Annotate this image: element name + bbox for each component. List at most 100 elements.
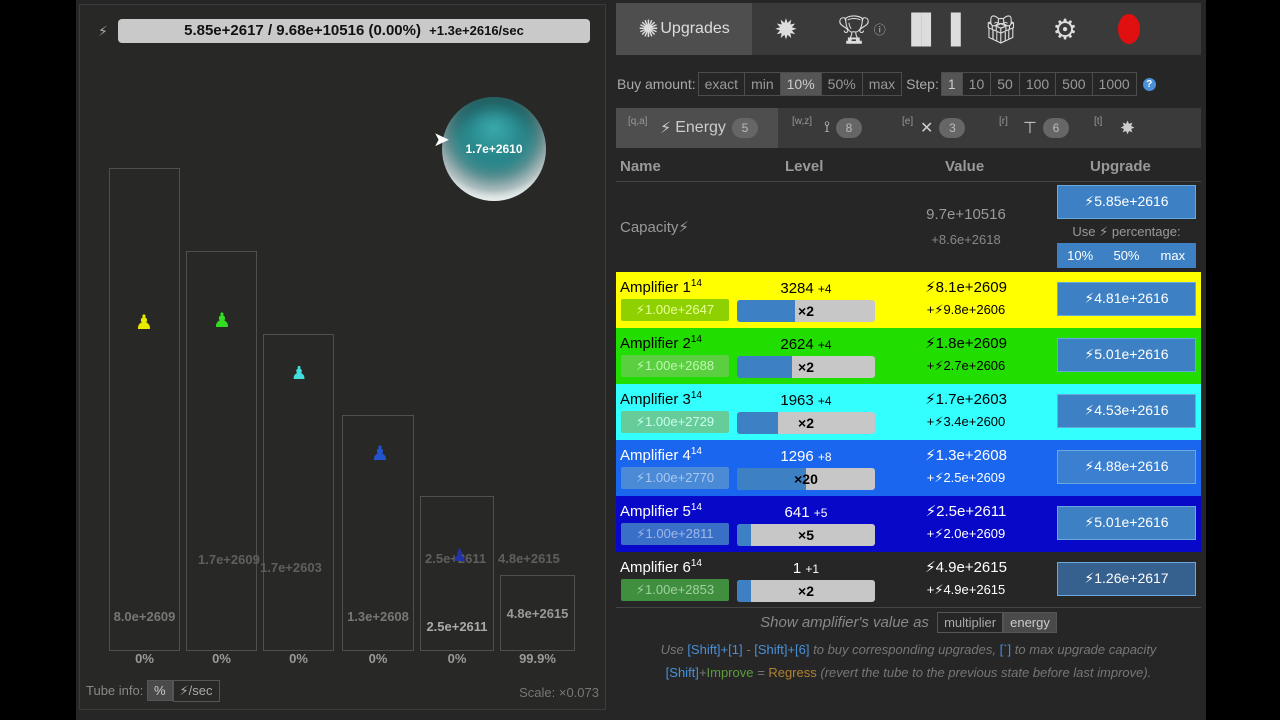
- game-stage: ⚡ 5.85e+2617 / 9.68e+10516 (0.00%) +1.3e…: [76, 0, 1206, 720]
- tube-info-sec-toggle[interactable]: ⚡/sec: [172, 680, 220, 702]
- hint1-key2: [Shift]+[6]: [754, 642, 810, 657]
- amplifier-cost-button[interactable]: ⚡1.00e+2729: [621, 411, 729, 433]
- tab-red-orb[interactable]: [1113, 3, 1145, 55]
- upgrades-panel: ✺ Upgrades ✹ 🏆︎ ⓘ ▐▌▐ 🎁︎ ⚙ Buy amount: ex…: [616, 0, 1201, 720]
- amplifier-value-inc: +⚡2.5e+2609: [926, 470, 1006, 485]
- tube-info: Tube info: % ⚡/sec: [86, 680, 220, 702]
- amplifier-value: ⚡2.5e+2611: [925, 503, 1007, 520]
- subtab-network-count: 3: [939, 118, 966, 138]
- amplifier-name: Amplifier 214: [620, 334, 702, 352]
- subtab-amplifiers-key: [w,z]: [792, 116, 813, 127]
- capacity-upgrade-button[interactable]: ⚡5.85e+2616: [1057, 185, 1196, 219]
- capacity-pct-50[interactable]: 50%: [1103, 243, 1149, 268]
- lightning-icon: ⚡: [1084, 402, 1095, 418]
- lightning-icon: ⚡: [635, 302, 646, 317]
- tube-info-sec-label: /sec: [188, 683, 213, 698]
- tube-1[interactable]: 8.0e+2609: [109, 168, 180, 651]
- step-1000[interactable]: 1000: [1093, 73, 1136, 95]
- lightning-icon: ⚡: [925, 279, 936, 296]
- tab-boost[interactable]: ✹: [766, 3, 806, 55]
- step-100[interactable]: 100: [1020, 73, 1057, 95]
- buy-controls: Buy amount: exact min 10% 50% max Step: …: [617, 72, 1156, 96]
- amplifier-level-bar: ×2: [737, 300, 875, 322]
- mouse-cursor-icon: ➤: [433, 129, 450, 151]
- amplifier-cost-button[interactable]: ⚡1.00e+2688: [621, 355, 729, 377]
- tab-statistics[interactable]: ▐▌▐: [901, 3, 961, 55]
- amplifier-cost-button[interactable]: ⚡1.00e+2811: [621, 523, 729, 545]
- energy-circle-icon: ⚡: [660, 120, 672, 137]
- amplifier-cost: 1.00e+2811: [645, 526, 714, 541]
- energy-total: 5.85e+2617 / 9.68e+10516 (0.00%): [184, 22, 421, 39]
- amplifier-cost-button[interactable]: ⚡1.00e+2770: [621, 467, 729, 489]
- amplifier-value: ⚡1.3e+2608: [925, 447, 1007, 464]
- amplifier-row-6: Amplifier 614 ⚡1.00e+2853 1 +1 ×2 ⚡4.9e+2615…: [616, 552, 1201, 608]
- amplifier-upgrade-button[interactable]: ⚡1.26e+2617: [1057, 562, 1196, 596]
- tab-gifts[interactable]: 🎁︎: [981, 3, 1021, 55]
- subtab-network[interactable]: [e] ✕ 3: [902, 108, 982, 148]
- amplifier-cost-button[interactable]: ⚡1.00e+2853: [621, 579, 729, 601]
- gift-icon: 🎁︎: [983, 13, 1019, 45]
- tube-info-label: Tube info:: [86, 683, 144, 698]
- help-icon[interactable]: ?: [1142, 77, 1156, 91]
- hint1-key1: [Shift]+[1]: [687, 642, 743, 657]
- subtab-amplifiers[interactable]: [w,z] ⟟ 8: [792, 108, 892, 148]
- tab-settings[interactable]: ⚙: [1043, 3, 1087, 55]
- show-value-row: Show amplifier's value as multiplier ener…: [616, 612, 1201, 633]
- capacity-pct-max[interactable]: max: [1150, 243, 1196, 268]
- amplifier-upgrade-button[interactable]: ⚡5.01e+2616: [1057, 506, 1196, 540]
- tab-achievements[interactable]: 🏆︎ ⓘ: [831, 3, 891, 55]
- lightning-icon: ⚡: [636, 526, 646, 541]
- subtab-tubes[interactable]: [r] ⊤ 6: [999, 108, 1079, 148]
- energy-bubble[interactable]: 1.7e+2610: [442, 97, 546, 201]
- amplifier-multiplier: ×2: [798, 303, 814, 319]
- col-upgrade: Upgrade: [1090, 158, 1151, 175]
- lightning-icon: ⚡: [635, 470, 646, 485]
- tube-5[interactable]: 2.5e+2611: [420, 496, 494, 651]
- amplifier-upgrade-button[interactable]: ⚡5.01e+2616: [1057, 338, 1196, 372]
- show-energy-toggle[interactable]: energy: [1003, 612, 1057, 633]
- capacity-pct-10[interactable]: 10%: [1057, 243, 1103, 268]
- tube-panel: ⚡ 5.85e+2617 / 9.68e+10516 (0.00%) +1.3e…: [79, 4, 606, 710]
- show-multiplier-toggle[interactable]: multiplier: [937, 612, 1004, 633]
- amplifier-multiplier: ×2: [798, 415, 814, 431]
- tube-6[interactable]: 4.8e+2615: [500, 575, 575, 651]
- lightning-icon: ⚡: [635, 358, 646, 373]
- amplifier-upgrade-button[interactable]: ⚡4.81e+2616: [1057, 282, 1196, 316]
- amplifier-value-inc: +⚡4.9e+2615: [926, 582, 1006, 597]
- step-1[interactable]: 1: [941, 73, 963, 95]
- buy-amount-group: exact min 10% 50% max: [697, 72, 903, 96]
- lightning-icon: ⚡: [1084, 458, 1095, 474]
- hint1-key3: [`]: [999, 642, 1012, 657]
- amplifier-cost: 1.00e+2688: [645, 358, 715, 373]
- hint1-c: to max upgrade capacity: [1014, 642, 1157, 657]
- capacity-name: Capacity⚡: [620, 218, 689, 236]
- step-500[interactable]: 500: [1056, 73, 1093, 95]
- amplifier-level-bar: ×2: [737, 412, 875, 434]
- amplifier-value: ⚡8.1e+2609: [925, 279, 1007, 296]
- tube-info-pct-toggle[interactable]: %: [146, 680, 173, 701]
- subtab-energy[interactable]: [q,a] ⚡ Energy 5: [616, 108, 778, 148]
- step-10[interactable]: 10: [963, 73, 992, 95]
- amplifier-cost: 1.00e+2647: [645, 302, 715, 317]
- subtab-burst[interactable]: [t] ✸: [1094, 108, 1154, 148]
- buy-50pct[interactable]: 50%: [822, 73, 863, 95]
- buy-exact[interactable]: exact: [699, 73, 746, 95]
- tube-3-ext: 1.7e+2603: [260, 560, 322, 575]
- amplifier-level: 2624 +4: [780, 336, 832, 353]
- amplifier-upgrade-button[interactable]: ⚡4.53e+2616: [1057, 394, 1196, 428]
- buy-10pct[interactable]: 10%: [780, 73, 822, 95]
- buy-min[interactable]: min: [745, 73, 781, 95]
- amplifier-cost-button[interactable]: ⚡1.00e+2647: [621, 299, 729, 321]
- hint2-key: [Shift]: [665, 665, 699, 680]
- amplifier-upgrade-button[interactable]: ⚡4.88e+2616: [1057, 450, 1196, 484]
- col-level: Level: [785, 158, 824, 175]
- step-50[interactable]: 50: [991, 73, 1020, 95]
- amplifier-row-1: Amplifier 114 ⚡1.00e+2647 3284 +4 ×2 ⚡8.1e+2…: [616, 272, 1201, 328]
- hint2-tail: (revert the tube to the previous state b…: [820, 665, 1152, 680]
- amplifier-value-inc: +⚡2.0e+2609: [926, 526, 1006, 541]
- tube-4-pct: 0%: [368, 651, 388, 666]
- subtab-energy-count: 5: [731, 118, 758, 138]
- buy-max[interactable]: max: [863, 73, 901, 95]
- hint2-plus: +: [698, 665, 707, 680]
- tab-upgrades[interactable]: ✺ Upgrades: [616, 3, 752, 55]
